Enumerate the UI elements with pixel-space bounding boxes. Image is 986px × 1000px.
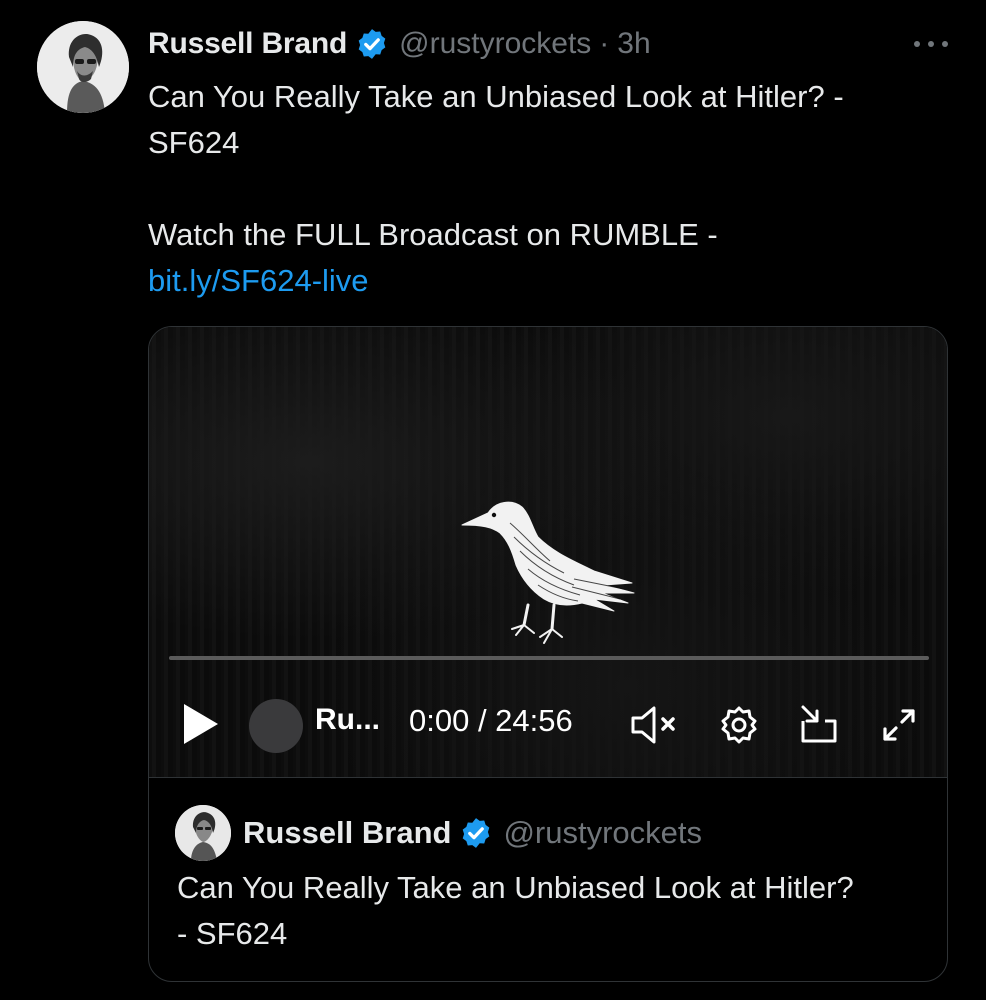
- quoted-tweet-text: Can You Really Take an Unbiased Look at …: [177, 865, 937, 957]
- author-handle[interactable]: @rustyrockets: [399, 27, 591, 61]
- verified-badge-icon[interactable]: [459, 816, 493, 850]
- raven-image: [461, 501, 635, 644]
- channel-name[interactable]: Ru...: [315, 703, 380, 737]
- verified-badge-icon[interactable]: [355, 27, 389, 61]
- video-time: 0:00 / 24:56: [409, 703, 573, 738]
- tweet-text-line: Watch the FULL Broadcast on RUMBLE -: [148, 217, 718, 252]
- author-name[interactable]: Russell Brand: [148, 27, 347, 61]
- card-divider: [149, 777, 947, 778]
- play-icon[interactable]: [181, 701, 221, 747]
- picture-in-picture-icon[interactable]: [795, 701, 843, 749]
- quoted-author-name[interactable]: Russell Brand: [243, 815, 451, 851]
- author-avatar[interactable]: [37, 21, 129, 113]
- mute-icon[interactable]: [629, 701, 681, 749]
- video-progress-bar[interactable]: [169, 656, 929, 660]
- quoted-text-line: Can You Really Take an Unbiased Look at …: [177, 870, 854, 905]
- tweet-text-line: SF624: [148, 125, 240, 160]
- quoted-author-handle[interactable]: @rustyrockets: [503, 815, 702, 851]
- tweet-text-line: Can You Really Take an Unbiased Look at …: [148, 79, 844, 114]
- fullscreen-icon[interactable]: [875, 701, 923, 749]
- tweet-link[interactable]: bit.ly/SF624-live: [148, 263, 369, 298]
- video-player[interactable]: Ru... 0:00 / 24:56: [149, 327, 947, 777]
- tweet-timestamp[interactable]: 3h: [617, 27, 650, 61]
- quoted-tweet-header: Russell Brand @rustyrockets: [243, 811, 702, 855]
- tweet-header: Russell Brand @rustyrockets · 3h: [148, 24, 651, 64]
- quoted-text-line: - SF624: [177, 916, 288, 951]
- quoted-author-avatar[interactable]: [175, 805, 231, 861]
- more-icon[interactable]: [914, 34, 948, 54]
- video-card[interactable]: Ru... 0:00 / 24:56 Russell Brand @rustyr…: [148, 326, 948, 982]
- separator-dot: ·: [599, 27, 610, 60]
- tweet-text: Can You Really Take an Unbiased Look at …: [148, 74, 948, 304]
- video-controls: Ru... 0:00 / 24:56: [149, 687, 947, 757]
- settings-icon[interactable]: [715, 701, 763, 749]
- channel-avatar[interactable]: [249, 699, 303, 753]
